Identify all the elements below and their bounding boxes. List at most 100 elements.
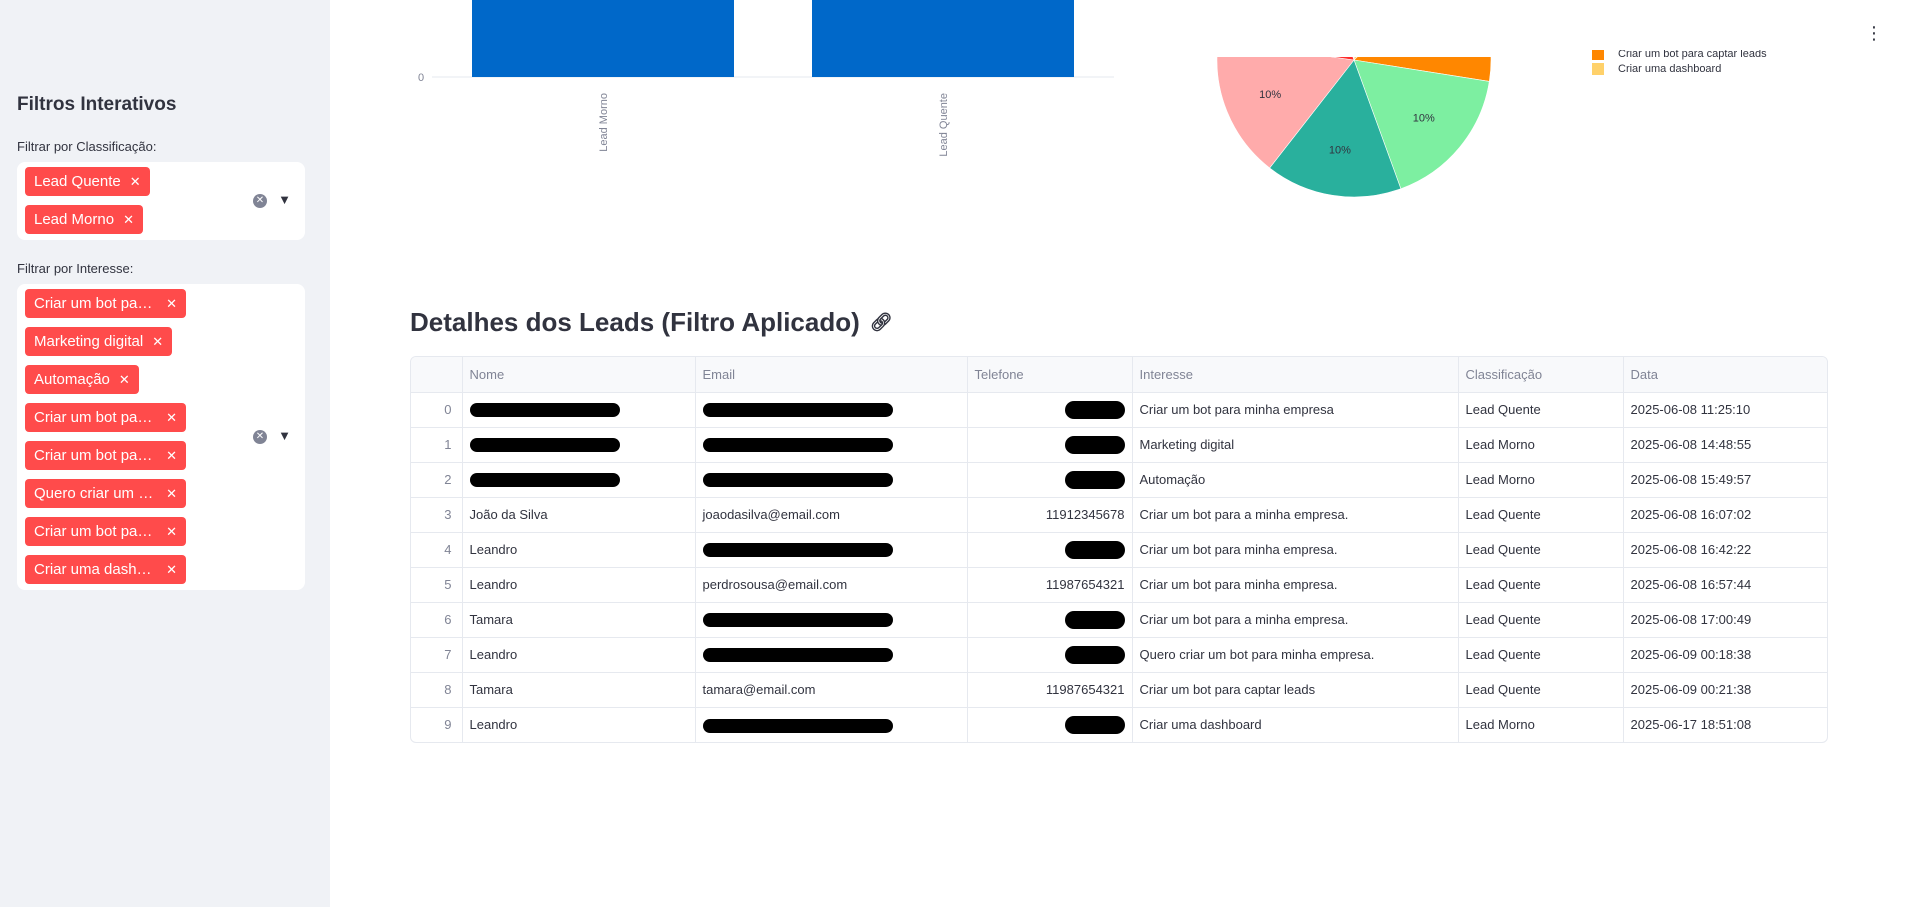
table-cell[interactable]: Criar um bot para a minha empresa. (1132, 497, 1459, 533)
table-cell[interactable]: Leandro (462, 567, 696, 603)
table-cell[interactable]: 2025-06-08 15:49:57 (1623, 462, 1827, 498)
table-row[interactable]: 3 João da Silva joaodasilva@email.com 11912… (411, 497, 1827, 533)
chevron-down-icon[interactable]: ▼ (278, 428, 291, 443)
column-header[interactable]: Email (695, 357, 968, 393)
clear-icon[interactable]: ✕ (253, 430, 267, 444)
table-cell[interactable] (695, 462, 968, 498)
table-cell[interactable]: Lead Morno (1458, 462, 1624, 498)
filter-chip[interactable]: Automação ✕ (25, 365, 139, 394)
table-cell[interactable]: Leandro (462, 707, 696, 742)
filter-chip[interactable]: Criar uma dashb… ✕ (25, 555, 186, 584)
remove-chip-icon[interactable]: ✕ (166, 486, 177, 502)
table-cell[interactable]: 2025-06-09 00:21:38 (1623, 672, 1827, 708)
table-row[interactable]: 8 Tamara tamara@email.com 11987654321 Criar … (411, 672, 1827, 708)
remove-chip-icon[interactable]: ✕ (166, 524, 177, 540)
legend-item[interactable]: Criar uma dashboard (1592, 60, 1767, 78)
remove-chip-icon[interactable]: ✕ (119, 372, 130, 388)
table-cell[interactable]: Criar um bot para minha empresa. (1132, 532, 1459, 568)
legend-item[interactable]: Criar um bot para captar leads (1592, 50, 1767, 60)
remove-chip-icon[interactable]: ✕ (130, 174, 141, 190)
table-cell[interactable]: Lead Quente (1458, 497, 1624, 533)
table-row[interactable]: 5 Leandro perdrosousa@email.com 11987654321… (411, 567, 1827, 603)
table-row[interactable]: 9 Leandro Criar uma dashboard Lead Morno 202… (411, 707, 1827, 742)
column-header[interactable]: Telefone (967, 357, 1133, 393)
table-row[interactable]: 7 Leandro Quero criar um bot para minha em… (411, 637, 1827, 673)
table-cell[interactable] (967, 707, 1133, 742)
remove-chip-icon[interactable]: ✕ (166, 562, 177, 578)
table-cell[interactable]: Lead Morno (1458, 707, 1624, 742)
table-row[interactable]: 4 Leandro Criar um bot para minha empresa.… (411, 532, 1827, 568)
table-cell[interactable] (967, 532, 1133, 568)
table-cell[interactable] (967, 602, 1133, 638)
table-cell[interactable]: Lead Quente (1458, 532, 1624, 568)
table-cell[interactable]: tamara@email.com (695, 672, 968, 708)
table-row[interactable]: 0 Criar um bot para minha empresa Lead Que… (411, 392, 1827, 428)
filter-chip[interactable]: Criar um bot par… ✕ (25, 517, 186, 546)
table-cell[interactable]: Criar uma dashboard (1132, 707, 1459, 742)
table-cell[interactable]: 2025-06-09 00:18:38 (1623, 637, 1827, 673)
table-cell[interactable]: 8 (411, 672, 463, 708)
table-cell[interactable]: 2 (411, 462, 463, 498)
filter-chip[interactable]: Criar um bot par… ✕ (25, 289, 186, 318)
table-cell[interactable]: Criar um bot para minha empresa. (1132, 567, 1459, 603)
table-cell[interactable]: Lead Quente (1458, 637, 1624, 673)
remove-chip-icon[interactable]: ✕ (123, 212, 134, 228)
table-cell[interactable]: 2025-06-08 11:25:10 (1623, 392, 1827, 428)
table-cell[interactable]: Lead Quente (1458, 672, 1624, 708)
filter-chip[interactable]: Criar um bot par… ✕ (25, 403, 186, 432)
table-cell[interactable]: Lead Quente (1458, 602, 1624, 638)
table-cell[interactable]: 6 (411, 602, 463, 638)
table-cell[interactable]: Automação (1132, 462, 1459, 498)
table-cell[interactable] (967, 462, 1133, 498)
table-cell[interactable]: 5 (411, 567, 463, 603)
table-cell[interactable]: 2025-06-08 16:57:44 (1623, 567, 1827, 603)
table-cell[interactable] (462, 392, 696, 428)
table-cell[interactable]: Criar um bot para minha empresa (1132, 392, 1459, 428)
interest-filter-multiselect[interactable]: Criar um bot par… ✕ Marketing digital ✕ Auto… (17, 284, 305, 590)
table-cell[interactable]: 3 (411, 497, 463, 533)
table-cell[interactable]: 9 (411, 707, 463, 742)
table-cell[interactable]: 2025-06-08 14:48:55 (1623, 427, 1827, 463)
column-header[interactable]: Nome (462, 357, 696, 393)
table-cell[interactable]: Lead Quente (1458, 567, 1624, 603)
table-cell[interactable]: Lead Morno (1458, 427, 1624, 463)
main-menu-icon[interactable]: ⋮ (1865, 24, 1883, 42)
table-cell[interactable]: Leandro (462, 532, 696, 568)
column-header[interactable]: Interesse (1132, 357, 1459, 393)
remove-chip-icon[interactable]: ✕ (152, 334, 163, 350)
table-cell[interactable]: Lead Quente (1458, 392, 1624, 428)
table-row[interactable]: 1 Marketing digital Lead Morno 2025-06-08 1… (411, 427, 1827, 463)
table-cell[interactable] (695, 427, 968, 463)
table-cell[interactable]: 11912345678 (967, 497, 1133, 533)
chevron-down-icon[interactable]: ▼ (278, 192, 291, 207)
table-cell[interactable]: 11987654321 (967, 672, 1133, 708)
table-cell[interactable] (695, 707, 968, 742)
table-cell[interactable]: 7 (411, 637, 463, 673)
table-cell[interactable]: 1 (411, 427, 463, 463)
table-cell[interactable]: 2025-06-08 17:00:49 (1623, 602, 1827, 638)
table-cell[interactable]: Quero criar um bot para minha empresa. (1132, 637, 1459, 673)
filter-chip[interactable]: Marketing digital ✕ (25, 327, 173, 356)
table-cell[interactable]: joaodasilva@email.com (695, 497, 968, 533)
table-cell[interactable]: 4 (411, 532, 463, 568)
table-row[interactable]: 6 Tamara Criar um bot para a minha empresa… (411, 602, 1827, 638)
table-cell[interactable]: Tamara (462, 672, 696, 708)
table-cell[interactable]: João da Silva (462, 497, 696, 533)
table-cell[interactable] (967, 427, 1133, 463)
filter-chip[interactable]: Quero criar um b… ✕ (25, 479, 186, 508)
column-header[interactable]: Classificação (1458, 357, 1624, 393)
table-cell[interactable]: 0 (411, 392, 463, 428)
column-header[interactable]: Data (1623, 357, 1827, 393)
link-icon[interactable]: 🔗︎ (870, 312, 893, 333)
table-cell[interactable]: 2025-06-08 16:42:22 (1623, 532, 1827, 568)
column-header[interactable] (411, 357, 463, 393)
table-cell[interactable]: Criar um bot para captar leads (1132, 672, 1459, 708)
table-cell[interactable]: 11987654321 (967, 567, 1133, 603)
table-cell[interactable] (967, 637, 1133, 673)
class-filter-multiselect[interactable]: Lead Quente ✕ Lead Morno ✕ ✕ ▼ (17, 162, 305, 240)
table-cell[interactable] (462, 462, 696, 498)
table-cell[interactable]: Tamara (462, 602, 696, 638)
remove-chip-icon[interactable]: ✕ (166, 410, 177, 426)
table-cell[interactable] (695, 602, 968, 638)
table-cell[interactable] (695, 532, 968, 568)
